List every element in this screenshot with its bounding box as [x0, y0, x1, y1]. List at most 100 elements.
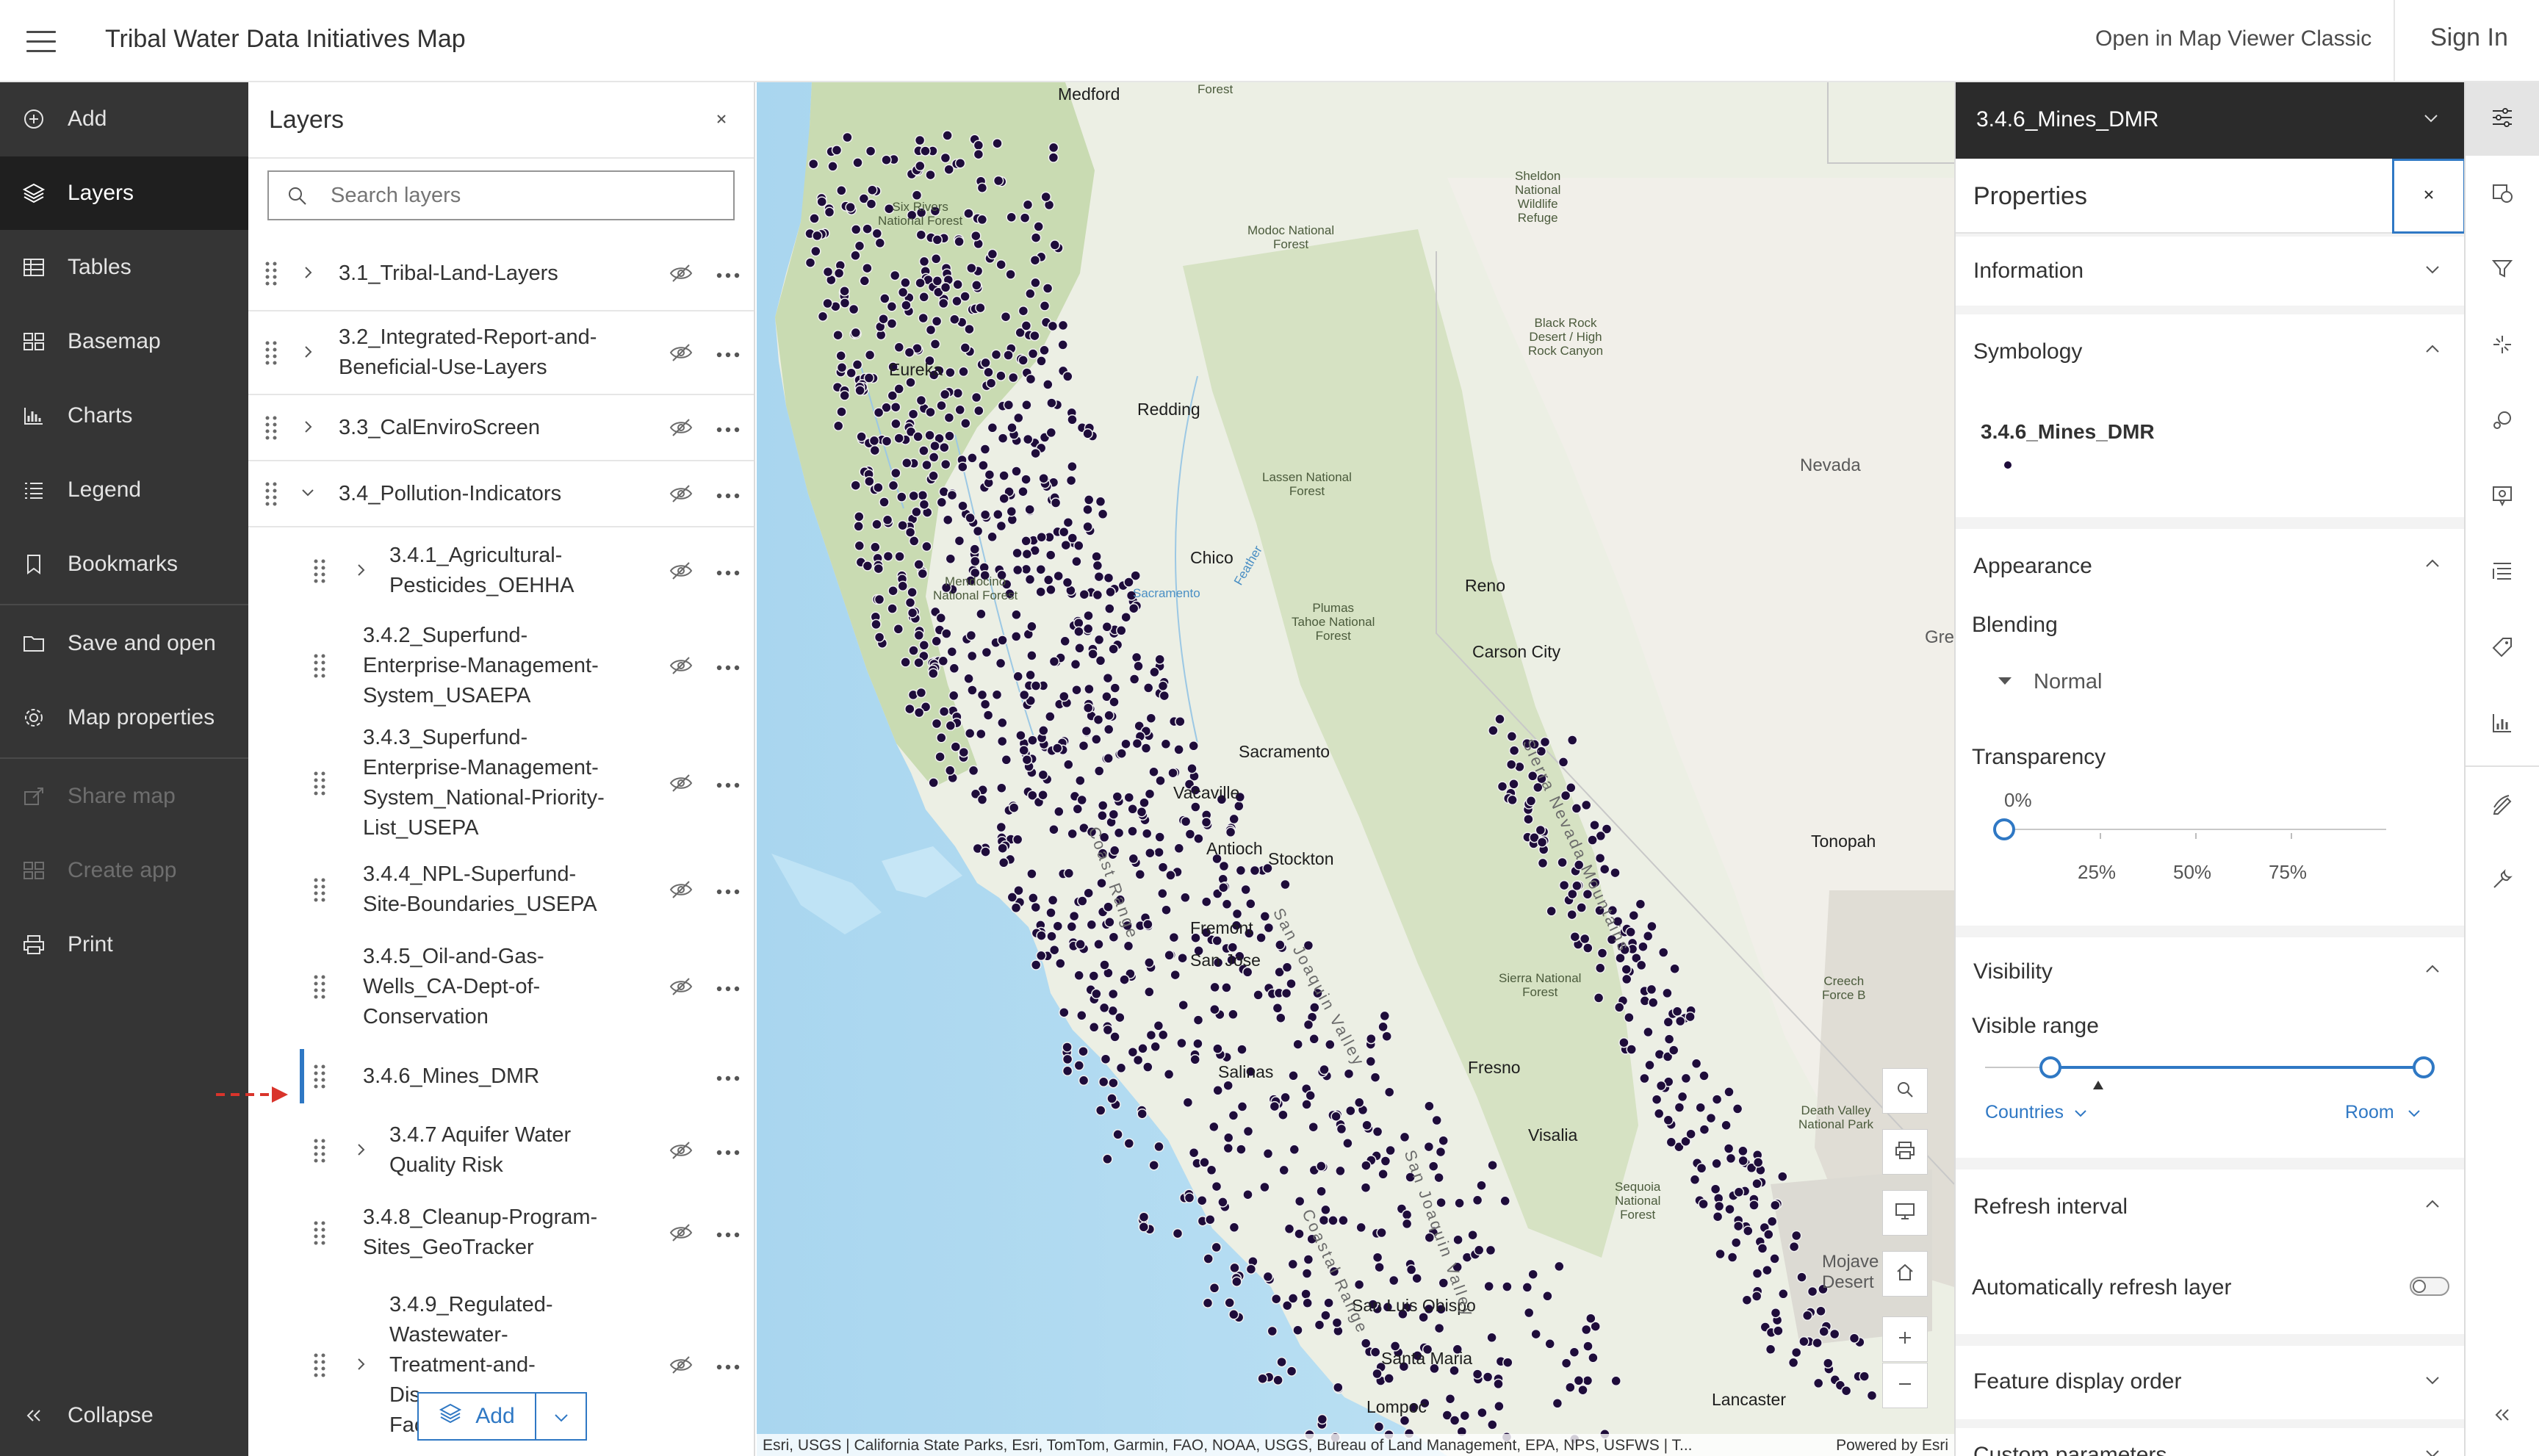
mine-point[interactable]	[1160, 738, 1172, 750]
mine-point[interactable]	[975, 302, 986, 314]
mine-point[interactable]	[963, 208, 974, 219]
mine-point[interactable]	[1048, 152, 1059, 163]
layer-row[interactable]: 3.1_Tribal-Land-Layers	[248, 237, 754, 310]
mine-point[interactable]	[1178, 999, 1189, 1011]
mine-point[interactable]	[1136, 807, 1148, 818]
mine-point[interactable]	[1057, 339, 1068, 350]
more-options-icon[interactable]	[716, 1229, 741, 1242]
mine-point[interactable]	[1411, 1272, 1422, 1284]
mine-point[interactable]	[920, 145, 931, 156]
layer-row[interactable]: 3.3_CalEnviroScreen	[248, 395, 754, 460]
mine-point[interactable]	[929, 440, 940, 452]
mine-point[interactable]	[1075, 775, 1086, 786]
mine-point[interactable]	[1082, 504, 1093, 515]
mine-point[interactable]	[1103, 710, 1114, 721]
mine-point[interactable]	[928, 668, 939, 680]
mine-point[interactable]	[1095, 655, 1106, 666]
powered-by-esri[interactable]: Powered by Esri	[1836, 1437, 1948, 1455]
layer-row[interactable]: 3.4.1_Agricultural- Pesticides_OEHHA	[248, 527, 754, 614]
mine-point[interactable]	[1099, 959, 1110, 970]
mine-point[interactable]	[1073, 540, 1084, 552]
mine-point[interactable]	[1376, 1227, 1387, 1239]
mine-point[interactable]	[1245, 898, 1256, 909]
mine-point[interactable]	[913, 559, 924, 570]
chevron-right-icon[interactable]	[353, 1356, 369, 1376]
mine-point[interactable]	[1477, 1407, 1488, 1419]
mine-point[interactable]	[1024, 574, 1036, 585]
mine-point[interactable]	[1712, 1211, 1724, 1222]
mine-point[interactable]	[1035, 586, 1046, 597]
mine-point[interactable]	[1560, 1358, 1572, 1369]
range-min-thumb[interactable]	[2039, 1056, 2061, 1078]
mine-point[interactable]	[1048, 823, 1059, 835]
slider-thumb[interactable]	[1993, 818, 2015, 840]
mine-point[interactable]	[1103, 753, 1114, 764]
mine-point[interactable]	[1154, 654, 1165, 665]
mine-point[interactable]	[1011, 466, 1022, 477]
mine-point[interactable]	[807, 158, 819, 170]
mine-point[interactable]	[867, 184, 878, 195]
mine-point[interactable]	[925, 406, 936, 418]
mine-point[interactable]	[1093, 571, 1105, 583]
layer-row[interactable]: 3.4_Pollution-Indicators	[248, 461, 754, 526]
mine-point[interactable]	[1078, 588, 1090, 600]
mine-point[interactable]	[925, 324, 937, 336]
mine-point[interactable]	[1557, 757, 1569, 768]
mine-point[interactable]	[897, 286, 909, 298]
mine-point[interactable]	[958, 746, 970, 758]
mine-point[interactable]	[1192, 1014, 1204, 1026]
mine-point[interactable]	[1123, 792, 1135, 803]
mine-point[interactable]	[1594, 852, 1606, 864]
mine-point[interactable]	[954, 236, 965, 248]
mine-point[interactable]	[1042, 379, 1054, 390]
nav-item-legend[interactable]: Legend	[0, 453, 248, 527]
mine-point[interactable]	[1766, 1216, 1778, 1227]
mine-point[interactable]	[1724, 1086, 1735, 1098]
mine-point[interactable]	[1030, 901, 1042, 913]
mine-point[interactable]	[874, 632, 885, 643]
mine-point[interactable]	[944, 430, 955, 442]
more-options-icon[interactable]	[716, 1073, 741, 1086]
mine-point[interactable]	[1036, 356, 1047, 367]
mine-point[interactable]	[1262, 1271, 1274, 1283]
mine-point[interactable]	[998, 493, 1009, 504]
mine-point[interactable]	[1331, 1317, 1343, 1328]
mine-point[interactable]	[1308, 1121, 1319, 1133]
mine-point[interactable]	[1018, 355, 1029, 366]
mine-point[interactable]	[1289, 1144, 1300, 1156]
mine-point[interactable]	[882, 550, 894, 562]
mine-point[interactable]	[1209, 1003, 1220, 1015]
mine-point[interactable]	[1036, 930, 1047, 941]
mine-point[interactable]	[904, 347, 915, 358]
mine-point[interactable]	[1093, 634, 1105, 646]
mine-point[interactable]	[1112, 1129, 1123, 1140]
mine-point[interactable]	[1762, 1264, 1773, 1276]
styles-tool[interactable]	[2466, 158, 2539, 231]
mine-point[interactable]	[954, 157, 966, 169]
mine-point[interactable]	[1030, 232, 1042, 243]
mine-point[interactable]	[1711, 1158, 1722, 1170]
mine-point[interactable]	[1186, 763, 1198, 774]
mine-point[interactable]	[1669, 963, 1680, 974]
mine-point[interactable]	[1074, 643, 1085, 654]
mine-point[interactable]	[1145, 847, 1156, 859]
mine-point[interactable]	[1388, 1275, 1400, 1286]
mine-point[interactable]	[1013, 412, 1024, 424]
mine-point[interactable]	[1494, 1401, 1505, 1412]
mine-point[interactable]	[1328, 1215, 1339, 1226]
mine-point[interactable]	[1662, 987, 1673, 999]
mine-point[interactable]	[1062, 577, 1073, 588]
close-properties-button[interactable]	[2392, 159, 2464, 234]
mine-point[interactable]	[1502, 1281, 1513, 1292]
mine-point[interactable]	[1552, 1398, 1563, 1409]
mine-point[interactable]	[1711, 1094, 1723, 1105]
more-options-icon[interactable]	[716, 490, 741, 503]
mine-point[interactable]	[1383, 1086, 1395, 1098]
mine-point[interactable]	[822, 266, 834, 278]
mine-point[interactable]	[1083, 610, 1094, 621]
mine-point[interactable]	[1072, 804, 1084, 815]
mine-point[interactable]	[1127, 826, 1138, 837]
mine-point[interactable]	[1377, 1169, 1389, 1180]
mine-point[interactable]	[1381, 1031, 1392, 1042]
mine-point[interactable]	[1508, 745, 1520, 756]
